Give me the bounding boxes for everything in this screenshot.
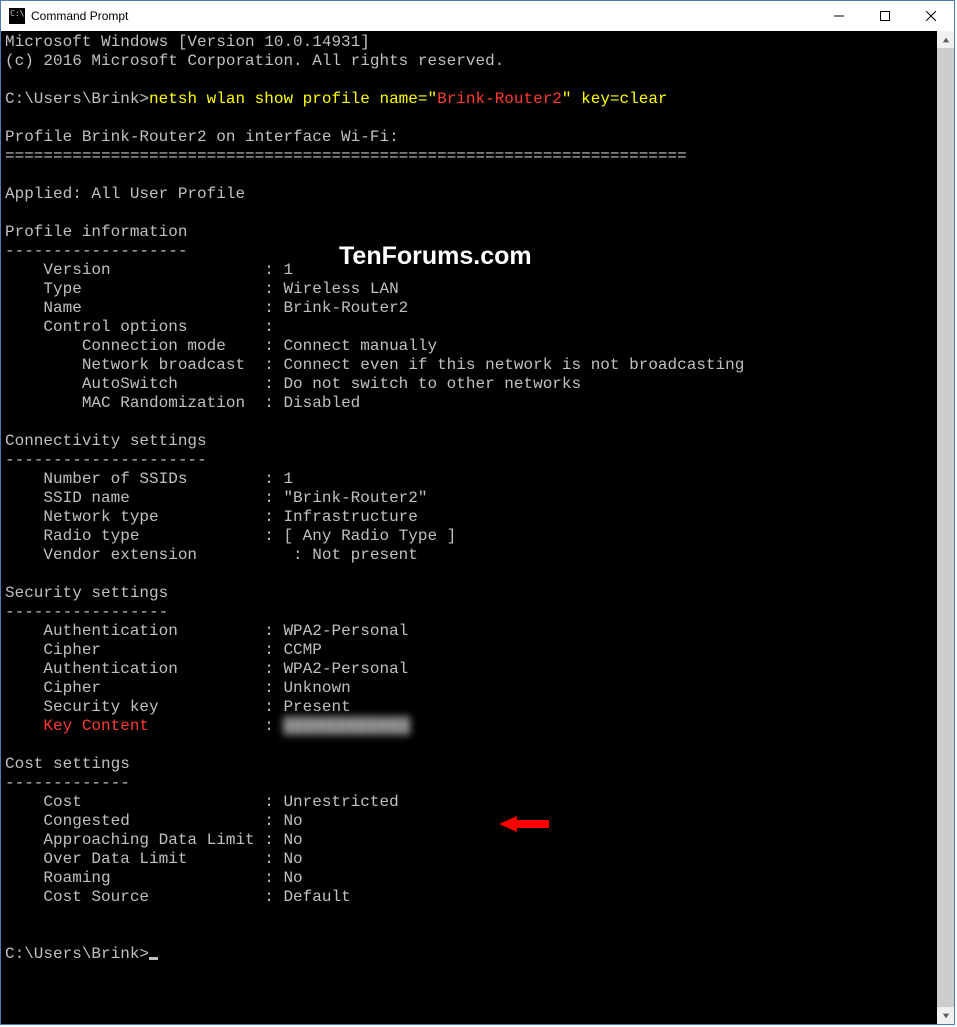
section-rule: -------------: [5, 774, 130, 792]
section-rule: -----------------: [5, 603, 168, 621]
key-content-row: Key Content : ████████████: [5, 717, 411, 735]
kv-row: Type : Wireless LAN: [5, 280, 399, 298]
client-area: Microsoft Windows [Version 10.0.14931] (…: [1, 31, 954, 1024]
window-title: Command Prompt: [31, 9, 128, 23]
watermark: TenForums.com: [339, 247, 532, 266]
minimize-button[interactable]: [816, 1, 862, 31]
command-text-pre: netsh wlan show profile name=": [149, 90, 437, 108]
profile-header-rule: ========================================…: [5, 147, 687, 165]
kv-row: Cipher : CCMP: [5, 641, 322, 659]
kv-row: Name : Brink-Router2: [5, 299, 408, 317]
kv-row: Version : 1: [5, 261, 293, 279]
applied-line: Applied: All User Profile: [5, 185, 245, 203]
kv-row: Cost Source : Default: [5, 888, 351, 906]
kv-row: Radio type : [ Any Radio Type ]: [5, 527, 456, 545]
section-rule: ---------------------: [5, 451, 207, 469]
kv-row: Cost : Unrestricted: [5, 793, 399, 811]
kv-row: Network broadcast : Connect even if this…: [5, 356, 744, 374]
terminal-output[interactable]: Microsoft Windows [Version 10.0.14931] (…: [1, 31, 937, 1024]
maximize-button[interactable]: [862, 1, 908, 31]
section-rule: -------------------: [5, 242, 187, 260]
scroll-up-button[interactable]: [937, 31, 954, 48]
section-title: Cost settings: [5, 755, 130, 773]
kv-row: Network type : Infrastructure: [5, 508, 418, 526]
titlebar[interactable]: Command Prompt: [1, 1, 954, 31]
kv-row: Approaching Data Limit : No: [5, 831, 303, 849]
os-version-line: Microsoft Windows [Version 10.0.14931]: [5, 33, 370, 51]
close-button[interactable]: [908, 1, 954, 31]
kv-row: SSID name : "Brink-Router2": [5, 489, 427, 507]
kv-row: Authentication : WPA2-Personal: [5, 622, 408, 640]
vertical-scrollbar[interactable]: [937, 31, 954, 1024]
cursor: [149, 957, 158, 960]
profile-header: Profile Brink-Router2 on interface Wi-Fi…: [5, 128, 399, 146]
copyright-line: (c) 2016 Microsoft Corporation. All righ…: [5, 52, 504, 70]
prompt-path: C:\Users\Brink>: [5, 945, 149, 963]
kv-row: AutoSwitch : Do not switch to other netw…: [5, 375, 581, 393]
key-content-masked: ████████████: [283, 717, 410, 736]
scrollbar-thumb[interactable]: [937, 48, 954, 1007]
command-text-post: " key=clear: [562, 90, 668, 108]
red-arrow-icon: [499, 814, 549, 834]
kv-row: Cipher : Unknown: [5, 679, 351, 697]
kv-row: Congested : No: [5, 812, 303, 830]
command-profile-name: Brink-Router2: [437, 90, 562, 108]
kv-row: Roaming : No: [5, 869, 303, 887]
kv-row: MAC Randomization : Disabled: [5, 394, 360, 412]
kv-row: Control options :: [5, 318, 274, 336]
command-prompt-window: Command Prompt Microsoft Windows [Versio…: [0, 0, 955, 1025]
kv-row: Authentication : WPA2-Personal: [5, 660, 408, 678]
prompt-path: C:\Users\Brink>: [5, 90, 149, 108]
kv-row: Number of SSIDs : 1: [5, 470, 293, 488]
cmd-icon: [9, 8, 25, 24]
section-title: Profile information: [5, 223, 187, 241]
kv-row: Vendor extension : Not present: [5, 546, 418, 564]
kv-row: Connection mode : Connect manually: [5, 337, 437, 355]
kv-row: Over Data Limit : No: [5, 850, 303, 868]
scroll-down-button[interactable]: [937, 1007, 954, 1024]
kv-row: Security key : Present: [5, 698, 351, 716]
section-title: Security settings: [5, 584, 168, 602]
section-title: Connectivity settings: [5, 432, 207, 450]
